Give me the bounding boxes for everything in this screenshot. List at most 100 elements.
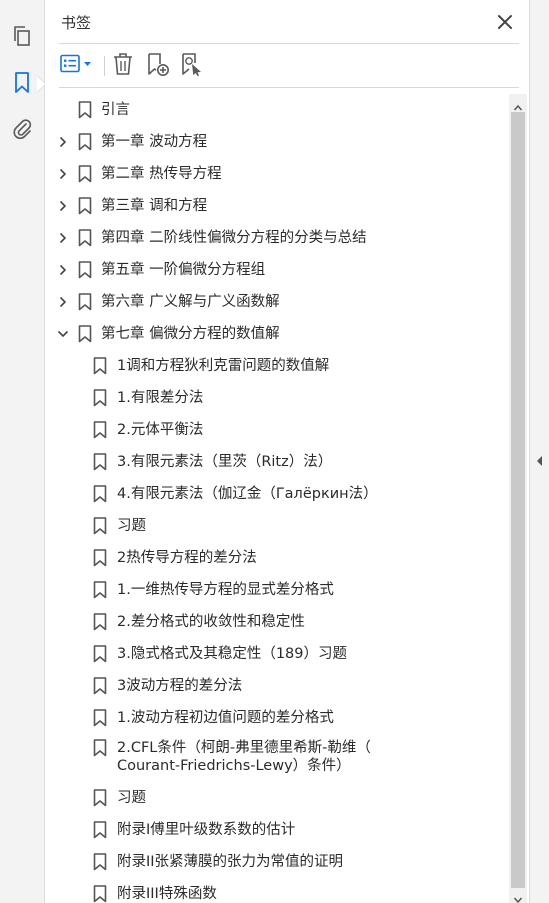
- collapse-panel-button[interactable]: [535, 452, 545, 466]
- bookmark-label: 第七章 偏微分方程的数值解: [101, 326, 280, 342]
- bookmark-icon: [93, 739, 107, 757]
- bookmark-icon: [78, 261, 92, 279]
- bookmark-item[interactable]: 第二章 热传导方程: [45, 158, 509, 190]
- new-bookmark-button[interactable]: [145, 53, 171, 79]
- bookmark-item[interactable]: 1.一维热传导方程的显式差分格式: [45, 574, 509, 606]
- bookmark-scrollbar[interactable]: [509, 94, 527, 903]
- bookmark-label: 3.隐式格式及其稳定性（189）习题: [117, 646, 348, 662]
- bookmark-item[interactable]: 附录III特殊函数: [45, 878, 509, 903]
- chevron-down-icon[interactable]: [57, 328, 69, 340]
- bookmark-item[interactable]: 2.差分格式的收敛性和稳定性: [45, 606, 509, 638]
- bookmark-item[interactable]: 3.隐式格式及其稳定性（189）习题: [45, 638, 509, 670]
- panel-collapse-strip: [529, 0, 549, 903]
- bookmark-item[interactable]: 1.波动方程初边值问题的差分格式: [45, 702, 509, 734]
- bookmarks-panel: 书签 引言 第一章 波动方程 第二章 热传导方程 第三章 调和方程 第四章 二阶…: [45, 0, 529, 903]
- bookmark-item[interactable]: 4.有限元素法（伽辽金（Галёркин法）: [45, 478, 509, 510]
- scrollbar-thumb[interactable]: [511, 112, 525, 888]
- bookmark-item[interactable]: 2热传导方程的差分法: [45, 542, 509, 574]
- bookmark-icon: [93, 517, 107, 535]
- bookmark-label: 第六章 广义解与广义函数解: [101, 294, 280, 310]
- panel-title: 书签: [61, 14, 92, 32]
- close-icon: [495, 15, 515, 36]
- bookmark-item[interactable]: 第五章 一阶偏微分方程组: [45, 254, 509, 286]
- bookmarks-tab-button[interactable]: [7, 68, 37, 98]
- bookmark-icon: [93, 581, 107, 599]
- bookmark-icon: [93, 885, 107, 903]
- bookmark-item[interactable]: 引言: [45, 94, 509, 126]
- bookmark-item[interactable]: 第一章 波动方程: [45, 126, 509, 158]
- chevron-right-icon[interactable]: [57, 136, 69, 148]
- attachments-button[interactable]: [7, 113, 37, 143]
- bookmark-label: 第二章 热传导方程: [101, 166, 222, 182]
- bookmark-icon: [93, 485, 107, 503]
- panel-header: 书签: [45, 0, 529, 44]
- bookmark-item[interactable]: 3波动方程的差分法: [45, 670, 509, 702]
- bookmark-icon: [93, 613, 107, 631]
- bookmark-icon: [93, 821, 107, 839]
- bookmark-label: 第三章 调和方程: [101, 198, 208, 214]
- bookmark-from-selection-button[interactable]: [179, 53, 205, 79]
- bookmark-item[interactable]: 附录I傅里叶级数系数的估计: [45, 814, 509, 846]
- bookmark-item[interactable]: 1调和方程狄利克雷问题的数值解: [45, 350, 509, 382]
- bookmark-icon: [93, 853, 107, 871]
- bookmark-item[interactable]: 第六章 广义解与广义函数解: [45, 286, 509, 318]
- bookmark-label: 附录II张紧薄膜的张力为常值的证明: [117, 854, 344, 870]
- attachment-icon: [11, 116, 33, 140]
- bookmark-icon: [78, 325, 92, 343]
- bookmark-icon: [78, 101, 92, 119]
- bookmark-label: 附录I傅里叶级数系数的估计: [117, 822, 296, 838]
- bookmark-item[interactable]: 1.有限差分法: [45, 382, 509, 414]
- bookmark-label: 1.波动方程初边值问题的差分格式: [117, 710, 334, 726]
- collapse-arrow-icon: [535, 452, 545, 471]
- bookmark-label: 第四章 二阶线性偏微分方程的分类与总结: [101, 230, 367, 246]
- bookmark-item[interactable]: 第三章 调和方程: [45, 190, 509, 222]
- toolbar-divider: [59, 87, 519, 88]
- delete-bookmark-button[interactable]: [111, 53, 135, 79]
- bookmark-icon: [93, 677, 107, 695]
- chevron-right-icon[interactable]: [57, 168, 69, 180]
- bookmark-icon: [78, 229, 92, 247]
- bookmark-icon: [11, 71, 33, 95]
- bookmark-icon: [93, 789, 107, 807]
- bookmark-label: 第五章 一阶偏微分方程组: [101, 262, 266, 278]
- bookmark-item[interactable]: 习题: [45, 782, 509, 814]
- bookmark-icon: [78, 165, 92, 183]
- bookmark-label: 4.有限元素法（伽辽金（Галёркин法）: [117, 486, 378, 502]
- bookmark-icon: [93, 453, 107, 471]
- bookmark-item[interactable]: 习题: [45, 510, 509, 542]
- chevron-right-icon[interactable]: [57, 200, 69, 212]
- chevron-right-icon[interactable]: [57, 232, 69, 244]
- bookmark-label: 1.一维热传导方程的显式差分格式: [117, 582, 334, 598]
- chevron-right-icon[interactable]: [57, 264, 69, 276]
- new-bookmark-icon: [145, 51, 171, 81]
- bookmark-item[interactable]: 2.CFL条件（柯朗-弗里德里希斯-勒维（ Courant-Friedrichs…: [45, 734, 509, 782]
- bookmark-label: 习题: [117, 790, 146, 806]
- bookmark-icon: [93, 549, 107, 567]
- navigation-rail: [0, 0, 46, 903]
- scroll-down-button[interactable]: [513, 890, 523, 903]
- bookmark-item[interactable]: 附录II张紧薄膜的张力为常值的证明: [45, 846, 509, 878]
- options-icon: [59, 53, 97, 79]
- close-panel-button[interactable]: [495, 12, 515, 32]
- bookmarks-window: 书签 引言 第一章 波动方程 第二章 热传导方程 第三章 调和方程 第四章 二阶…: [0, 0, 549, 903]
- pages-icon: [11, 25, 33, 47]
- bookmark-label: 附录III特殊函数: [117, 886, 217, 902]
- bookmark-icon: [93, 645, 107, 663]
- active-tab-pointer: [37, 76, 45, 92]
- bookmark-item[interactable]: 2.元体平衡法: [45, 414, 509, 446]
- bookmark-label: 引言: [101, 102, 130, 118]
- chevron-right-icon[interactable]: [57, 296, 69, 308]
- bookmark-icon: [93, 389, 107, 407]
- bookmark-label: 第一章 波动方程: [101, 134, 208, 150]
- bookmark-from-selection-icon: [179, 51, 205, 81]
- bookmark-label: 2热传导方程的差分法: [117, 550, 257, 566]
- bookmark-label: 3.有限元素法（里茨（Ritz）法）: [117, 454, 333, 470]
- scroll-up-button[interactable]: [513, 98, 523, 111]
- bookmark-item[interactable]: 第七章 偏微分方程的数值解: [45, 318, 509, 350]
- bookmark-icon: [78, 133, 92, 151]
- options-menu-button[interactable]: [59, 53, 97, 79]
- page-thumbnails-button[interactable]: [7, 21, 37, 51]
- bookmark-icon: [78, 197, 92, 215]
- bookmark-item[interactable]: 3.有限元素法（里茨（Ritz）法）: [45, 446, 509, 478]
- bookmark-item[interactable]: 第四章 二阶线性偏微分方程的分类与总结: [45, 222, 509, 254]
